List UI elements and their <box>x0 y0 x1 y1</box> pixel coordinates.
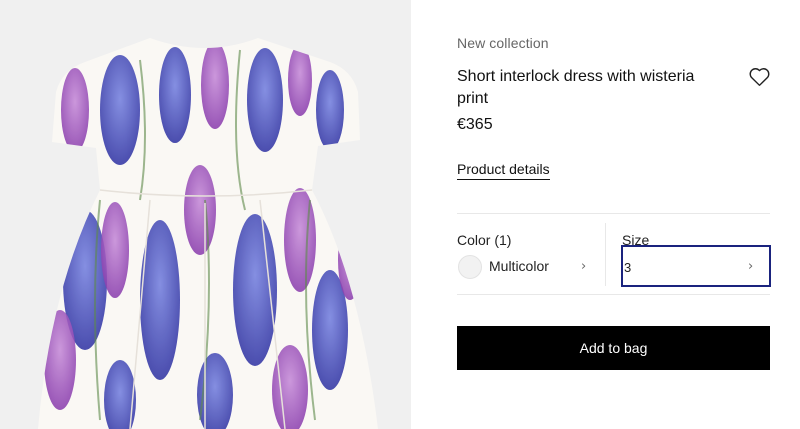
product-price: €365 <box>457 116 493 133</box>
chevron-right-icon: › <box>581 259 587 274</box>
size-selector[interactable]: 3 › <box>621 245 771 287</box>
product-info-panel: New collection Short interlock dress wit… <box>457 0 771 429</box>
color-value: Multicolor <box>489 258 549 274</box>
chevron-right-icon: › <box>748 259 754 274</box>
product-image[interactable] <box>0 0 411 429</box>
divider <box>457 213 770 214</box>
size-value: 3 <box>624 260 632 275</box>
color-swatch <box>458 255 482 279</box>
collection-label: New collection <box>457 35 549 51</box>
heart-icon <box>749 68 770 87</box>
add-to-bag-button[interactable]: Add to bag <box>457 326 770 370</box>
divider <box>457 294 770 295</box>
divider <box>605 223 606 286</box>
color-selector[interactable]: Color (1) Multicolor › <box>457 224 597 286</box>
product-details-link[interactable]: Product details <box>457 161 550 180</box>
wishlist-button[interactable] <box>749 67 770 87</box>
product-title: Short interlock dress with wisteria prin… <box>457 68 695 107</box>
dress-illustration <box>0 0 411 429</box>
color-label: Color (1) <box>457 232 512 248</box>
